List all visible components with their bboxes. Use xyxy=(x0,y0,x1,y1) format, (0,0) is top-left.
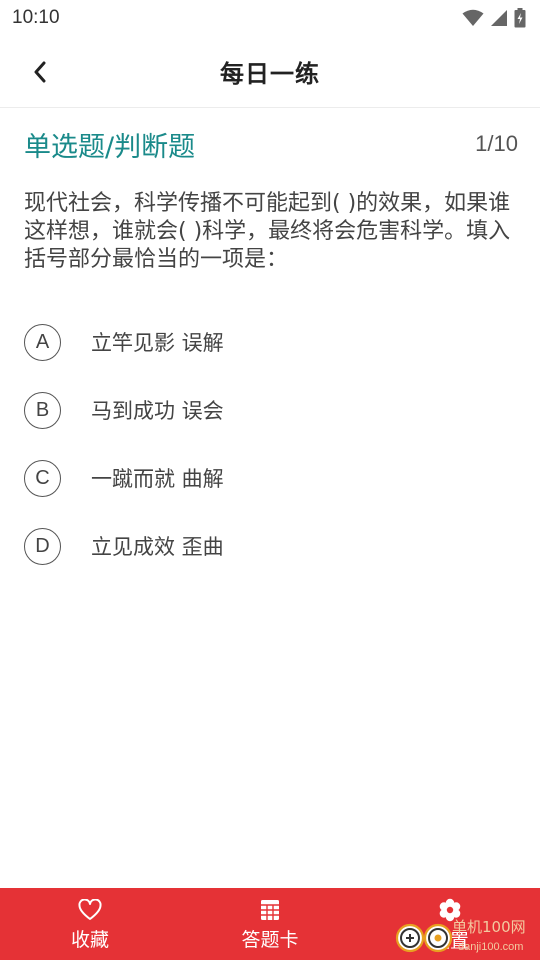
signal-icon xyxy=(491,10,507,26)
option-text: 马到成功 误会 xyxy=(91,399,224,423)
status-icons xyxy=(462,8,526,28)
status-bar: 10:10 xyxy=(0,0,540,36)
option-a[interactable]: A 立竿见影 误解 xyxy=(24,308,516,376)
app-bar: 每日一练 xyxy=(0,36,540,108)
option-b[interactable]: B 马到成功 误会 xyxy=(24,376,516,444)
option-letter: A xyxy=(24,323,61,361)
option-letter: D xyxy=(24,527,61,565)
question-progress: 1/10 xyxy=(475,131,518,156)
option-text: 立见成效 歪曲 xyxy=(91,535,224,559)
wifi-icon xyxy=(462,9,484,26)
watermark-url: danji100.com xyxy=(458,941,523,953)
grid-card-icon xyxy=(261,899,279,920)
watermark-brand: 单机100网 xyxy=(452,918,526,936)
page-title: 每日一练 xyxy=(220,60,320,88)
chevron-left-icon xyxy=(34,61,46,83)
answer-card-label: 答题卡 xyxy=(241,928,299,951)
back-button[interactable] xyxy=(22,54,58,90)
heart-icon xyxy=(78,898,102,920)
question-text: 现代社会，科学传播不可能起到( )的效果，如果谁这样想，谁就会( )科学，最终将… xyxy=(24,191,511,272)
watermark-logo: 单机100网 danji100.com xyxy=(395,918,526,953)
battery-charging-icon xyxy=(514,8,526,28)
question-type: 单选题/判断题 xyxy=(24,131,196,163)
option-d[interactable]: D 立见成效 歪曲 xyxy=(24,512,516,580)
favorite-label: 收藏 xyxy=(70,928,109,951)
option-letter: B xyxy=(24,391,61,429)
favorite-button[interactable]: 收藏 xyxy=(0,888,180,960)
question-header: 单选题/判断题 1/10 xyxy=(24,124,518,164)
status-time: 10:10 xyxy=(12,7,60,28)
option-text: 一蹴而就 曲解 xyxy=(91,467,224,491)
option-c[interactable]: C 一蹴而就 曲解 xyxy=(24,444,516,512)
answer-card-button[interactable]: 答题卡 xyxy=(180,888,360,960)
options-list: A 立竿见影 误解 B 马到成功 误会 C 一蹴而就 曲解 D 立见成效 歪曲 xyxy=(24,308,516,580)
option-text: 立竿见影 误解 xyxy=(91,331,224,355)
option-letter: C xyxy=(24,459,61,497)
